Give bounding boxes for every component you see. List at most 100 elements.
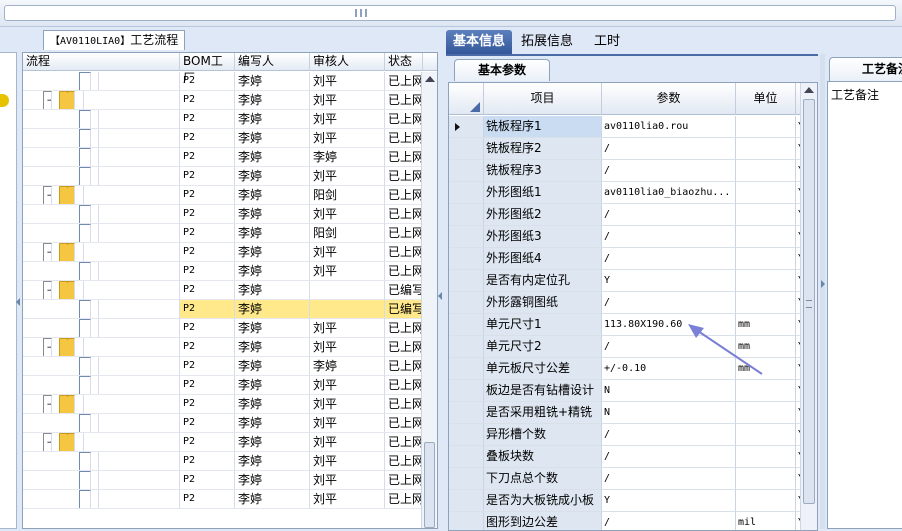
row-indicator[interactable] — [449, 270, 484, 292]
scroll-grip-icon[interactable] — [355, 9, 367, 17]
params-scroll-thumb[interactable] — [803, 99, 815, 504]
param-unit-cell[interactable] — [736, 138, 796, 160]
tree-row[interactable]: 出库 P2李婷刘平已上网 — [23, 490, 423, 509]
tree-node[interactable]: 功能检查 — [23, 357, 180, 376]
tree-node[interactable]: − 终检 — [23, 338, 180, 357]
tree-node[interactable]: − 包装 — [23, 395, 180, 414]
tree-row[interactable]: 铣板 P2李婷 已编写 — [23, 300, 423, 319]
tree-node[interactable]: 铣板 — [23, 300, 180, 319]
row-indicator[interactable] — [449, 182, 484, 204]
row-indicator[interactable] — [449, 468, 484, 490]
tree-row[interactable]: 电子测试 P2李婷阳剑已上网 — [23, 224, 423, 243]
row-indicator[interactable] — [449, 138, 484, 160]
param-value-cell[interactable]: 113.80X190.60 — [602, 314, 736, 336]
param-unit-cell[interactable] — [736, 270, 796, 292]
tree-row[interactable]: 外观检查 P2李婷刘平已上网 — [23, 376, 423, 395]
param-unit-cell[interactable]: mm — [736, 314, 796, 336]
tree-node[interactable]: 水洗烘干 — [23, 167, 180, 186]
tree-row[interactable]: 沉金P2李婷李婷已上网 — [23, 148, 423, 167]
tab-extended-info[interactable]: 拓展信息 — [514, 30, 580, 54]
param-value-cell[interactable]: / — [602, 160, 736, 182]
param-value-cell[interactable]: N — [602, 402, 736, 424]
collapse-toggle-icon[interactable]: − — [43, 338, 52, 356]
col-header-status[interactable]: 状态 — [385, 53, 423, 71]
row-indicator[interactable] — [449, 226, 484, 248]
param-row[interactable]: 板边是否有钻槽设计NY — [449, 380, 806, 402]
param-row[interactable]: 外形露铜图纸/Y — [449, 292, 806, 314]
tree-row[interactable]: − 终检 P2李婷刘平已上网 — [23, 338, 423, 357]
param-unit-cell[interactable] — [736, 160, 796, 182]
param-unit-cell[interactable] — [736, 490, 796, 512]
tab-process-notes[interactable]: 工艺备注 — [829, 57, 902, 81]
collapse-toggle-icon[interactable]: − — [43, 395, 52, 413]
param-row[interactable]: 外形图纸2/Y — [449, 204, 806, 226]
param-unit-cell[interactable]: mil — [736, 512, 796, 530]
horizontal-scrollbar[interactable] — [4, 5, 896, 21]
tree-node[interactable]: 电子测试 — [23, 224, 180, 243]
tree-node[interactable]: 入库 — [23, 452, 180, 471]
param-value-cell[interactable]: / — [602, 204, 736, 226]
row-indicator[interactable] — [449, 446, 484, 468]
col-header-bom[interactable]: BOM工厂 — [180, 53, 235, 85]
param-row[interactable]: 是否为大板铣成小板YY — [449, 490, 806, 512]
param-row[interactable]: 铣板程序1av0110lia0.rouY — [449, 116, 806, 138]
scroll-up-icon[interactable] — [804, 87, 814, 93]
tree-node[interactable]: − 成品仓 — [23, 433, 180, 452]
param-unit-cell[interactable] — [736, 248, 796, 270]
tree-node[interactable]: 喷砂 — [23, 110, 180, 129]
tree-node[interactable]: − 电子测试 — [23, 186, 180, 205]
process-flow-tab[interactable]: 【AV0110LIA0】工艺流程 — [43, 30, 186, 50]
tree-row[interactable]: 二钻1 P2李婷刘平已上网 — [23, 262, 423, 281]
param-unit-cell[interactable]: mm — [736, 336, 796, 358]
param-value-cell[interactable]: / — [602, 424, 736, 446]
param-unit-cell[interactable] — [736, 424, 796, 446]
collapse-toggle-icon[interactable]: − — [43, 433, 52, 451]
splitter-arrow-icon[interactable] — [438, 292, 442, 300]
param-value-cell[interactable]: Y — [602, 490, 736, 512]
tree-node[interactable]: − 钻孔1 — [23, 243, 180, 262]
param-unit-cell[interactable] — [736, 226, 796, 248]
param-value-cell[interactable]: / — [602, 138, 736, 160]
row-indicator[interactable] — [449, 292, 484, 314]
param-row[interactable]: 图形到边公差/milY — [449, 512, 806, 530]
param-unit-cell[interactable] — [736, 402, 796, 424]
param-row[interactable]: 下刀点总个数/Y — [449, 468, 806, 490]
param-value-cell[interactable]: av0110lia0_biaozhu... — [602, 182, 736, 204]
tree-row[interactable]: 板边包胶 P2李婷刘平已上网 — [23, 129, 423, 148]
params-vertical-scrollbar[interactable] — [800, 83, 817, 530]
param-row[interactable]: 异形槽个数/Y — [449, 424, 806, 446]
param-row[interactable]: 是否有内定位孔YY — [449, 270, 806, 292]
param-unit-cell[interactable] — [736, 380, 796, 402]
tree-node[interactable]: 内包装 — [23, 414, 180, 433]
scroll-up-icon[interactable] — [425, 76, 435, 82]
tree-row[interactable]: − 钻孔1 P2李婷刘平已上网 — [23, 243, 423, 262]
param-value-cell[interactable]: Y — [602, 270, 736, 292]
param-row[interactable]: 铣板程序3/Y — [449, 160, 806, 182]
row-indicator[interactable] — [449, 314, 484, 336]
row-indicator[interactable] — [449, 116, 484, 138]
param-unit-cell[interactable] — [736, 116, 796, 138]
collapse-toggle-icon[interactable]: − — [43, 243, 52, 261]
param-unit-cell[interactable] — [736, 468, 796, 490]
param-row[interactable]: 单元板尺寸公差+/-0.10mmY — [449, 358, 806, 380]
tree-row[interactable]: − 成品仓 P2李婷刘平已上网 — [23, 433, 423, 452]
tree-row[interactable]: 喷砂 P2李婷刘平已上网 — [23, 110, 423, 129]
tree-row[interactable]: 入库 P2李婷刘平已上网 — [23, 452, 423, 471]
tree-node[interactable]: 阻抗测试 — [23, 205, 180, 224]
col-header-unit[interactable]: 单位 — [736, 83, 796, 115]
tree-node[interactable]: 终固化 — [23, 72, 180, 91]
tree-row[interactable]: − 外形 P2李婷 已编写 — [23, 281, 423, 300]
tree-node[interactable]: 外包装 — [23, 471, 180, 490]
grid-corner-icon[interactable] — [449, 83, 484, 115]
param-value-cell[interactable]: / — [602, 446, 736, 468]
tree-scroll-thumb[interactable] — [424, 442, 435, 528]
row-indicator[interactable] — [449, 424, 484, 446]
tree-row[interactable]: − 电子测试 P2李婷阳剑已上网 — [23, 186, 423, 205]
param-value-cell[interactable]: av0110lia0.rou — [602, 116, 736, 138]
param-value-cell[interactable]: N — [602, 380, 736, 402]
tree-node[interactable]: 沉金 — [23, 148, 180, 167]
param-value-cell[interactable]: +/-0.10 — [602, 358, 736, 380]
param-row[interactable]: 铣板程序2/Y — [449, 138, 806, 160]
param-unit-cell[interactable] — [736, 292, 796, 314]
param-row[interactable]: 外形图纸1av0110lia0_biaozhu...Y — [449, 182, 806, 204]
